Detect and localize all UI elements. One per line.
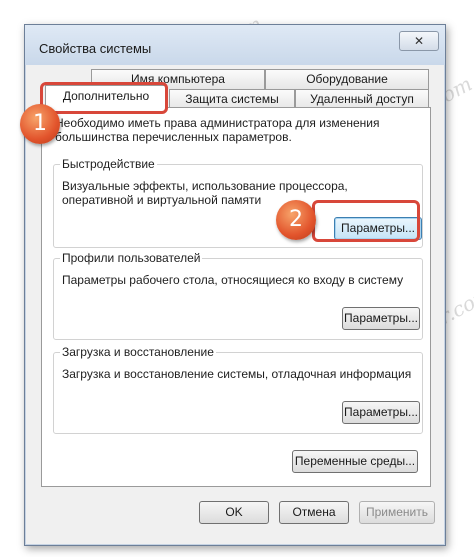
- startup-settings-button[interactable]: Параметры...: [342, 401, 420, 424]
- group-title: Профили пользователей: [60, 251, 203, 265]
- admin-notice: Необходимо иметь права администратора дл…: [55, 116, 380, 144]
- step2-highlight: [312, 200, 420, 242]
- environment-variables-button[interactable]: Переменные среды...: [292, 450, 418, 473]
- ok-button[interactable]: OK: [199, 501, 269, 524]
- apply-button: Применить: [359, 501, 435, 524]
- tab-label: Оборудование: [306, 72, 388, 86]
- tab-label: Удаленный доступ: [310, 92, 414, 106]
- close-button[interactable]: ✕: [399, 31, 439, 51]
- group-description: Параметры рабочего стола, относящиеся ко…: [62, 273, 404, 287]
- tab-hardware[interactable]: Оборудование: [265, 69, 429, 89]
- window-title: Свойства системы: [39, 41, 152, 56]
- profiles-settings-button[interactable]: Параметры...: [342, 307, 420, 330]
- group-description: Загрузка и восстановление системы, отлад…: [62, 367, 412, 381]
- tab-remote[interactable]: Удаленный доступ: [295, 89, 429, 109]
- advanced-tab-panel: Необходимо иметь права администратора дл…: [41, 107, 431, 487]
- tab-label: Защита системы: [185, 92, 279, 106]
- group-title: Загрузка и восстановление: [60, 345, 216, 359]
- title-bar: Свойства системы ✕: [25, 25, 445, 65]
- step2-badge: 2: [276, 200, 316, 240]
- startup-group: Загрузка и восстановление Загрузка и вос…: [53, 345, 423, 434]
- step1-badge: 1: [20, 104, 60, 144]
- cancel-button[interactable]: Отмена: [279, 501, 349, 524]
- profiles-group: Профили пользователей Параметры рабочего…: [53, 251, 423, 340]
- group-title: Быстродействие: [60, 157, 157, 171]
- close-icon: ✕: [413, 34, 425, 48]
- tab-system-protection[interactable]: Защита системы: [169, 89, 295, 109]
- step1-highlight: [40, 82, 168, 114]
